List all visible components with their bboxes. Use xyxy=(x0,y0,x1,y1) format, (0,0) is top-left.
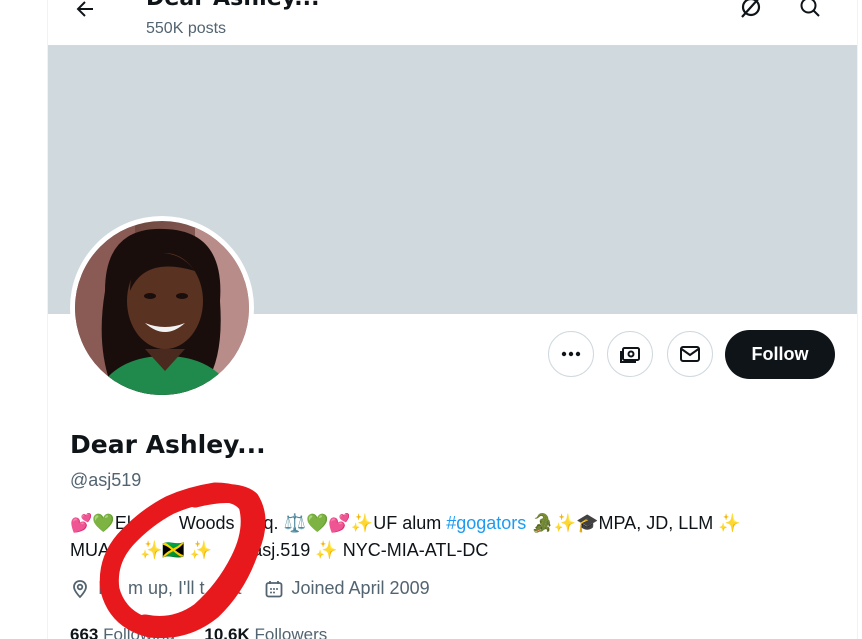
followers-link[interactable]: 10.6K Followers xyxy=(204,625,327,639)
following-link[interactable]: 663 Following xyxy=(70,625,175,639)
profile-column: Dear Ashley... 550K posts xyxy=(47,0,858,639)
message-button[interactable] xyxy=(667,331,713,377)
grok-button[interactable] xyxy=(734,0,768,24)
follow-button[interactable]: Follow xyxy=(725,330,835,379)
follow-stats: 663 Following 10.6K Followers xyxy=(70,625,327,639)
grok-icon xyxy=(741,0,761,18)
more-button[interactable] xyxy=(548,331,594,377)
hashtag-link[interactable]: #gogators xyxy=(446,513,526,533)
calendar-icon xyxy=(265,580,282,597)
bio-line-2: MUA ✨🇯🇲 ✨ asj.519 ✨ NYC-MIA-ATL-DC xyxy=(70,540,489,560)
profile-name: Dear Ashley... xyxy=(70,430,266,459)
location: It m up, I'll tt xyxy=(70,578,242,599)
joined-date: Joined April 2009 xyxy=(264,578,430,599)
avatar[interactable] xyxy=(70,216,254,400)
bio-line-1: 💕💚El Woods sq. ⚖️💚💕✨UF alum #gogators 🐊✨🎓M… xyxy=(70,513,741,533)
header-title: Dear Ashley... xyxy=(146,0,320,11)
avatar-photo xyxy=(75,221,249,395)
posts-count: 550K posts xyxy=(146,20,227,37)
search-button[interactable] xyxy=(793,0,827,24)
location-icon xyxy=(73,579,87,598)
profile-handle: @asj519 xyxy=(70,470,142,490)
back-arrow-icon xyxy=(76,1,93,17)
profile-bio: 💕💚El Woods sq. ⚖️💚💕✨UF alum #gogators 🐊✨🎓M… xyxy=(70,510,830,564)
search-icon xyxy=(800,0,820,17)
profile-header: Dear Ashley... 550K posts xyxy=(48,0,857,45)
page: Dear Ashley... 550K posts xyxy=(0,0,862,639)
message-icon xyxy=(680,346,700,362)
subscribe-icon xyxy=(620,347,640,363)
subscribe-button[interactable] xyxy=(607,331,653,377)
back-button[interactable] xyxy=(68,0,102,26)
more-icon xyxy=(561,351,581,357)
profile-meta: It m up, I'll tt Joined April 2009 xyxy=(70,578,452,599)
